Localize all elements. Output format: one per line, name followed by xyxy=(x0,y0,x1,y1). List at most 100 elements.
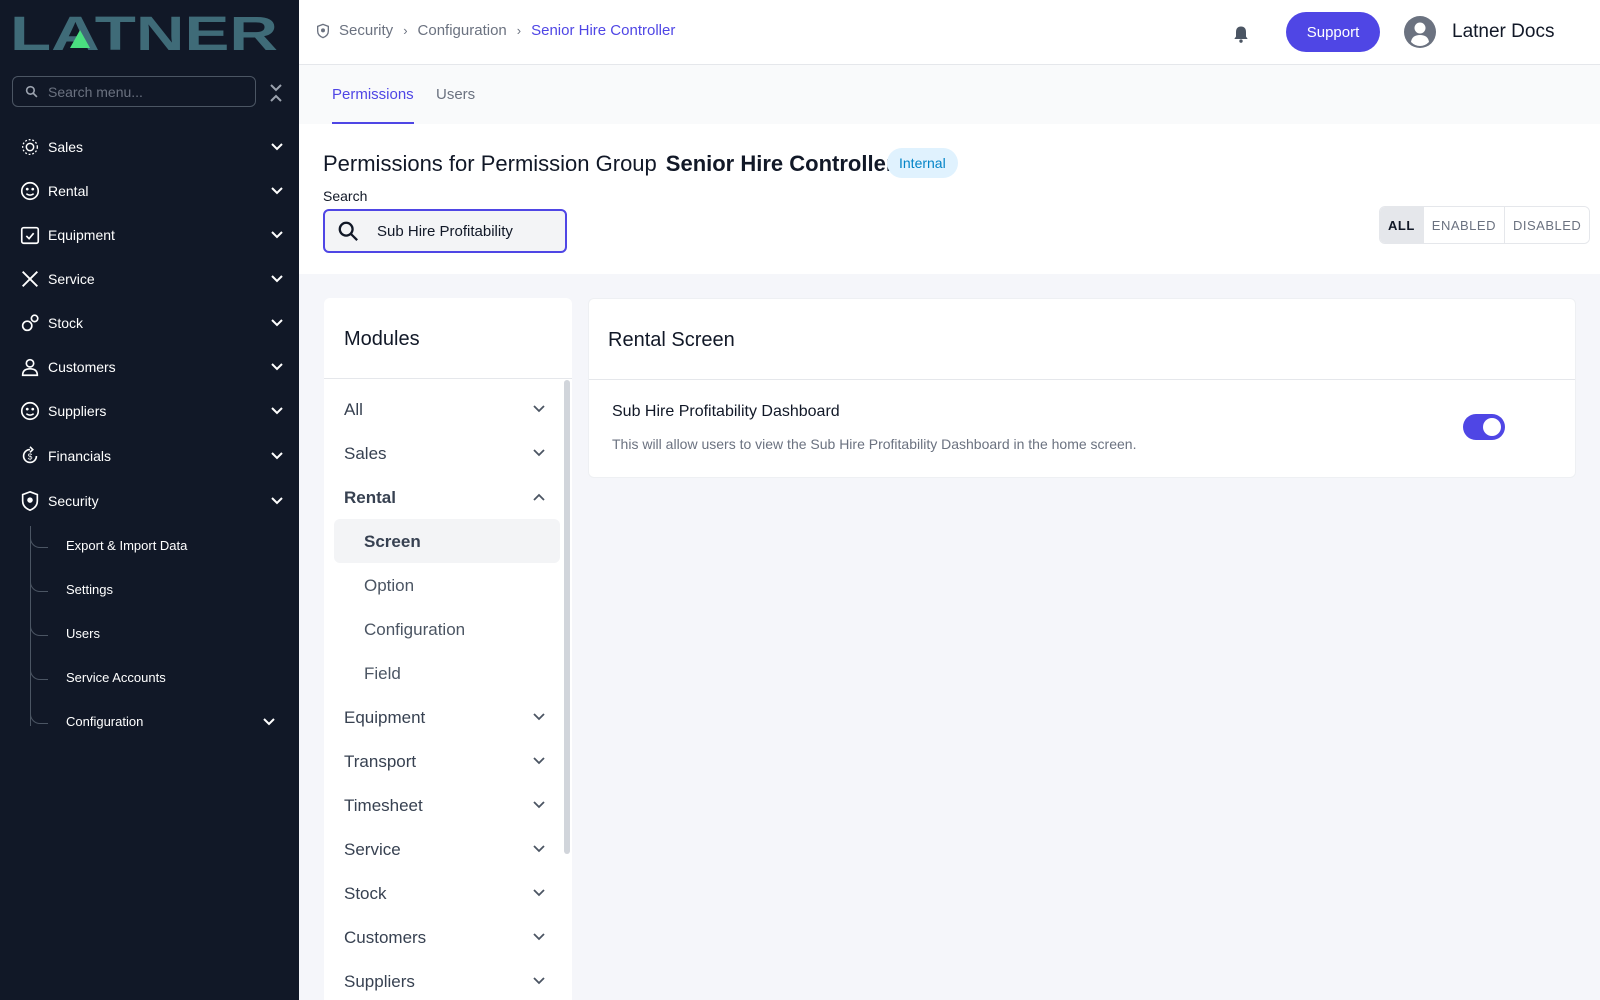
module-item-equipment[interactable]: Equipment xyxy=(324,695,572,739)
top-bar: Security › Configuration › Senior Hire C… xyxy=(299,0,1600,65)
module-label: All xyxy=(344,400,363,419)
tab-permissions[interactable]: Permissions xyxy=(332,86,414,124)
permission-name: Sub Hire Profitability Dashboard xyxy=(612,403,840,420)
chevron-down-icon xyxy=(533,713,545,721)
support-button[interactable]: Support xyxy=(1286,12,1380,52)
module-item-timesheet[interactable]: Timesheet xyxy=(324,783,572,827)
breadcrumb-security[interactable]: Security xyxy=(339,22,393,39)
modules-title: Modules xyxy=(344,328,420,350)
collapse-sidebar-icon[interactable] xyxy=(268,82,284,104)
tab-users[interactable]: Users xyxy=(436,86,475,124)
chevron-down-icon xyxy=(271,452,283,460)
sidebar-item-service[interactable]: Service xyxy=(0,259,299,299)
sidebar-item-label: Customers xyxy=(48,359,116,375)
sidebar-item-equipment[interactable]: Equipment xyxy=(0,215,299,255)
toggle-knob xyxy=(1483,418,1501,436)
chevron-down-icon xyxy=(533,977,545,985)
chevron-down-icon xyxy=(533,757,545,765)
sidebar-item-label: Suppliers xyxy=(48,403,107,419)
rental-screen-panel: Rental Screen Sub Hire Profitability Das… xyxy=(588,298,1576,478)
permission-group-name: Senior Hire Controller xyxy=(665,151,895,176)
chevron-down-icon xyxy=(533,801,545,809)
sidebar-item-sales[interactable]: Sales xyxy=(0,127,299,167)
sidebar-item-stock[interactable]: Stock xyxy=(0,303,299,343)
chevron-down-icon xyxy=(533,405,545,413)
title-area: Permissions for Permission Group Senior … xyxy=(299,124,1600,274)
module-subitem-configuration[interactable]: Configuration xyxy=(324,607,572,651)
tabs: Permissions Users xyxy=(299,65,1600,124)
tree-branch xyxy=(30,614,48,636)
module-item-rental[interactable]: Rental xyxy=(324,475,572,519)
chevron-down-icon xyxy=(533,449,545,457)
page-title-prefix: Permissions for Permission Group xyxy=(323,151,657,176)
module-item-sales[interactable]: Sales xyxy=(324,431,572,475)
filter-all-button[interactable]: ALL xyxy=(1380,207,1424,243)
divider xyxy=(324,378,572,379)
menu-search-field[interactable]: Search menu... xyxy=(12,76,256,107)
user-avatar-icon[interactable] xyxy=(1404,16,1436,48)
sidebar-item-label: Equipment xyxy=(48,227,115,243)
sidebar-item-security[interactable]: Security xyxy=(0,481,299,521)
search-icon xyxy=(25,85,38,98)
suppliers-icon xyxy=(20,401,40,421)
sidebar-item-suppliers[interactable]: Suppliers xyxy=(0,391,299,431)
modules-scrollbar[interactable] xyxy=(564,380,570,854)
sidebar-subitem-label: Settings xyxy=(66,582,113,597)
module-item-suppliers[interactable]: Suppliers xyxy=(324,959,572,1000)
chevron-down-icon xyxy=(533,845,545,853)
menu-search-placeholder: Search menu... xyxy=(48,83,143,100)
financials-icon: $ xyxy=(22,446,38,464)
module-label: Configuration xyxy=(364,620,466,639)
module-subitem-field[interactable]: Field xyxy=(324,651,572,695)
tree-branch xyxy=(30,570,48,592)
svg-text:$: $ xyxy=(28,453,33,462)
module-item-all[interactable]: All xyxy=(324,387,572,431)
sidebar-subitem-configuration[interactable]: Configuration xyxy=(30,702,299,742)
breadcrumb-configuration[interactable]: Configuration xyxy=(418,22,507,39)
sidebar-item-label: Stock xyxy=(48,315,84,331)
equipment-icon xyxy=(20,226,40,245)
sidebar-item-label: Security xyxy=(48,493,99,509)
sidebar-item-rental[interactable]: Rental xyxy=(0,171,299,211)
sidebar-item-label: Service xyxy=(48,271,95,287)
module-item-customers[interactable]: Customers xyxy=(324,915,572,959)
user-name[interactable]: Latner Docs xyxy=(1452,21,1554,43)
module-label: Timesheet xyxy=(344,796,423,815)
module-label: Screen xyxy=(364,532,421,551)
sidebar-item-label: Financials xyxy=(48,448,112,464)
page-title: Permissions for Permission Group Senior … xyxy=(323,151,894,177)
sidebar-subitem-service-accounts[interactable]: Service Accounts xyxy=(30,658,299,698)
latner-logo[interactable]: LATNER xyxy=(10,10,280,55)
chevron-down-icon xyxy=(271,275,283,283)
module-item-service[interactable]: Service xyxy=(324,827,572,871)
chevron-right-icon: › xyxy=(403,23,408,38)
module-item-stock[interactable]: Stock xyxy=(324,871,572,915)
module-subitem-screen[interactable]: Screen xyxy=(324,519,572,563)
module-label: Field xyxy=(364,664,401,683)
status-badge: Internal xyxy=(887,148,958,178)
sidebar-item-financials[interactable]: $ Financials xyxy=(0,436,299,476)
permission-toggle[interactable] xyxy=(1463,414,1505,440)
tree-branch xyxy=(30,658,48,680)
permission-search-field[interactable] xyxy=(323,209,567,253)
stock-icon xyxy=(21,314,39,332)
breadcrumb: Security › Configuration › Senior Hire C… xyxy=(315,22,675,39)
sidebar-subitem-export-import[interactable]: Export & Import Data xyxy=(30,526,299,566)
brand-text: LATNER xyxy=(10,10,278,55)
module-subitem-option[interactable]: Option xyxy=(324,563,572,607)
bell-icon[interactable] xyxy=(1231,23,1251,45)
module-label: Stock xyxy=(344,884,387,903)
module-label: Service xyxy=(344,840,401,859)
sidebar-subitem-label: Users xyxy=(66,626,100,641)
page-header: Permissions Users Permissions for Permis… xyxy=(299,65,1600,274)
module-item-transport[interactable]: Transport xyxy=(324,739,572,783)
chevron-down-icon xyxy=(533,889,545,897)
filter-disabled-button[interactable]: DISABLED xyxy=(1504,207,1590,243)
sidebar-subitem-settings[interactable]: Settings xyxy=(30,570,299,610)
sidebar-subitem-users[interactable]: Users xyxy=(30,614,299,654)
filter-enabled-button[interactable]: ENABLED xyxy=(1423,207,1505,243)
permission-description: This will allow users to view the Sub Hi… xyxy=(612,436,1137,452)
service-icon xyxy=(22,271,38,287)
permission-search-input[interactable] xyxy=(377,221,557,241)
sidebar-item-customers[interactable]: Customers xyxy=(0,347,299,387)
